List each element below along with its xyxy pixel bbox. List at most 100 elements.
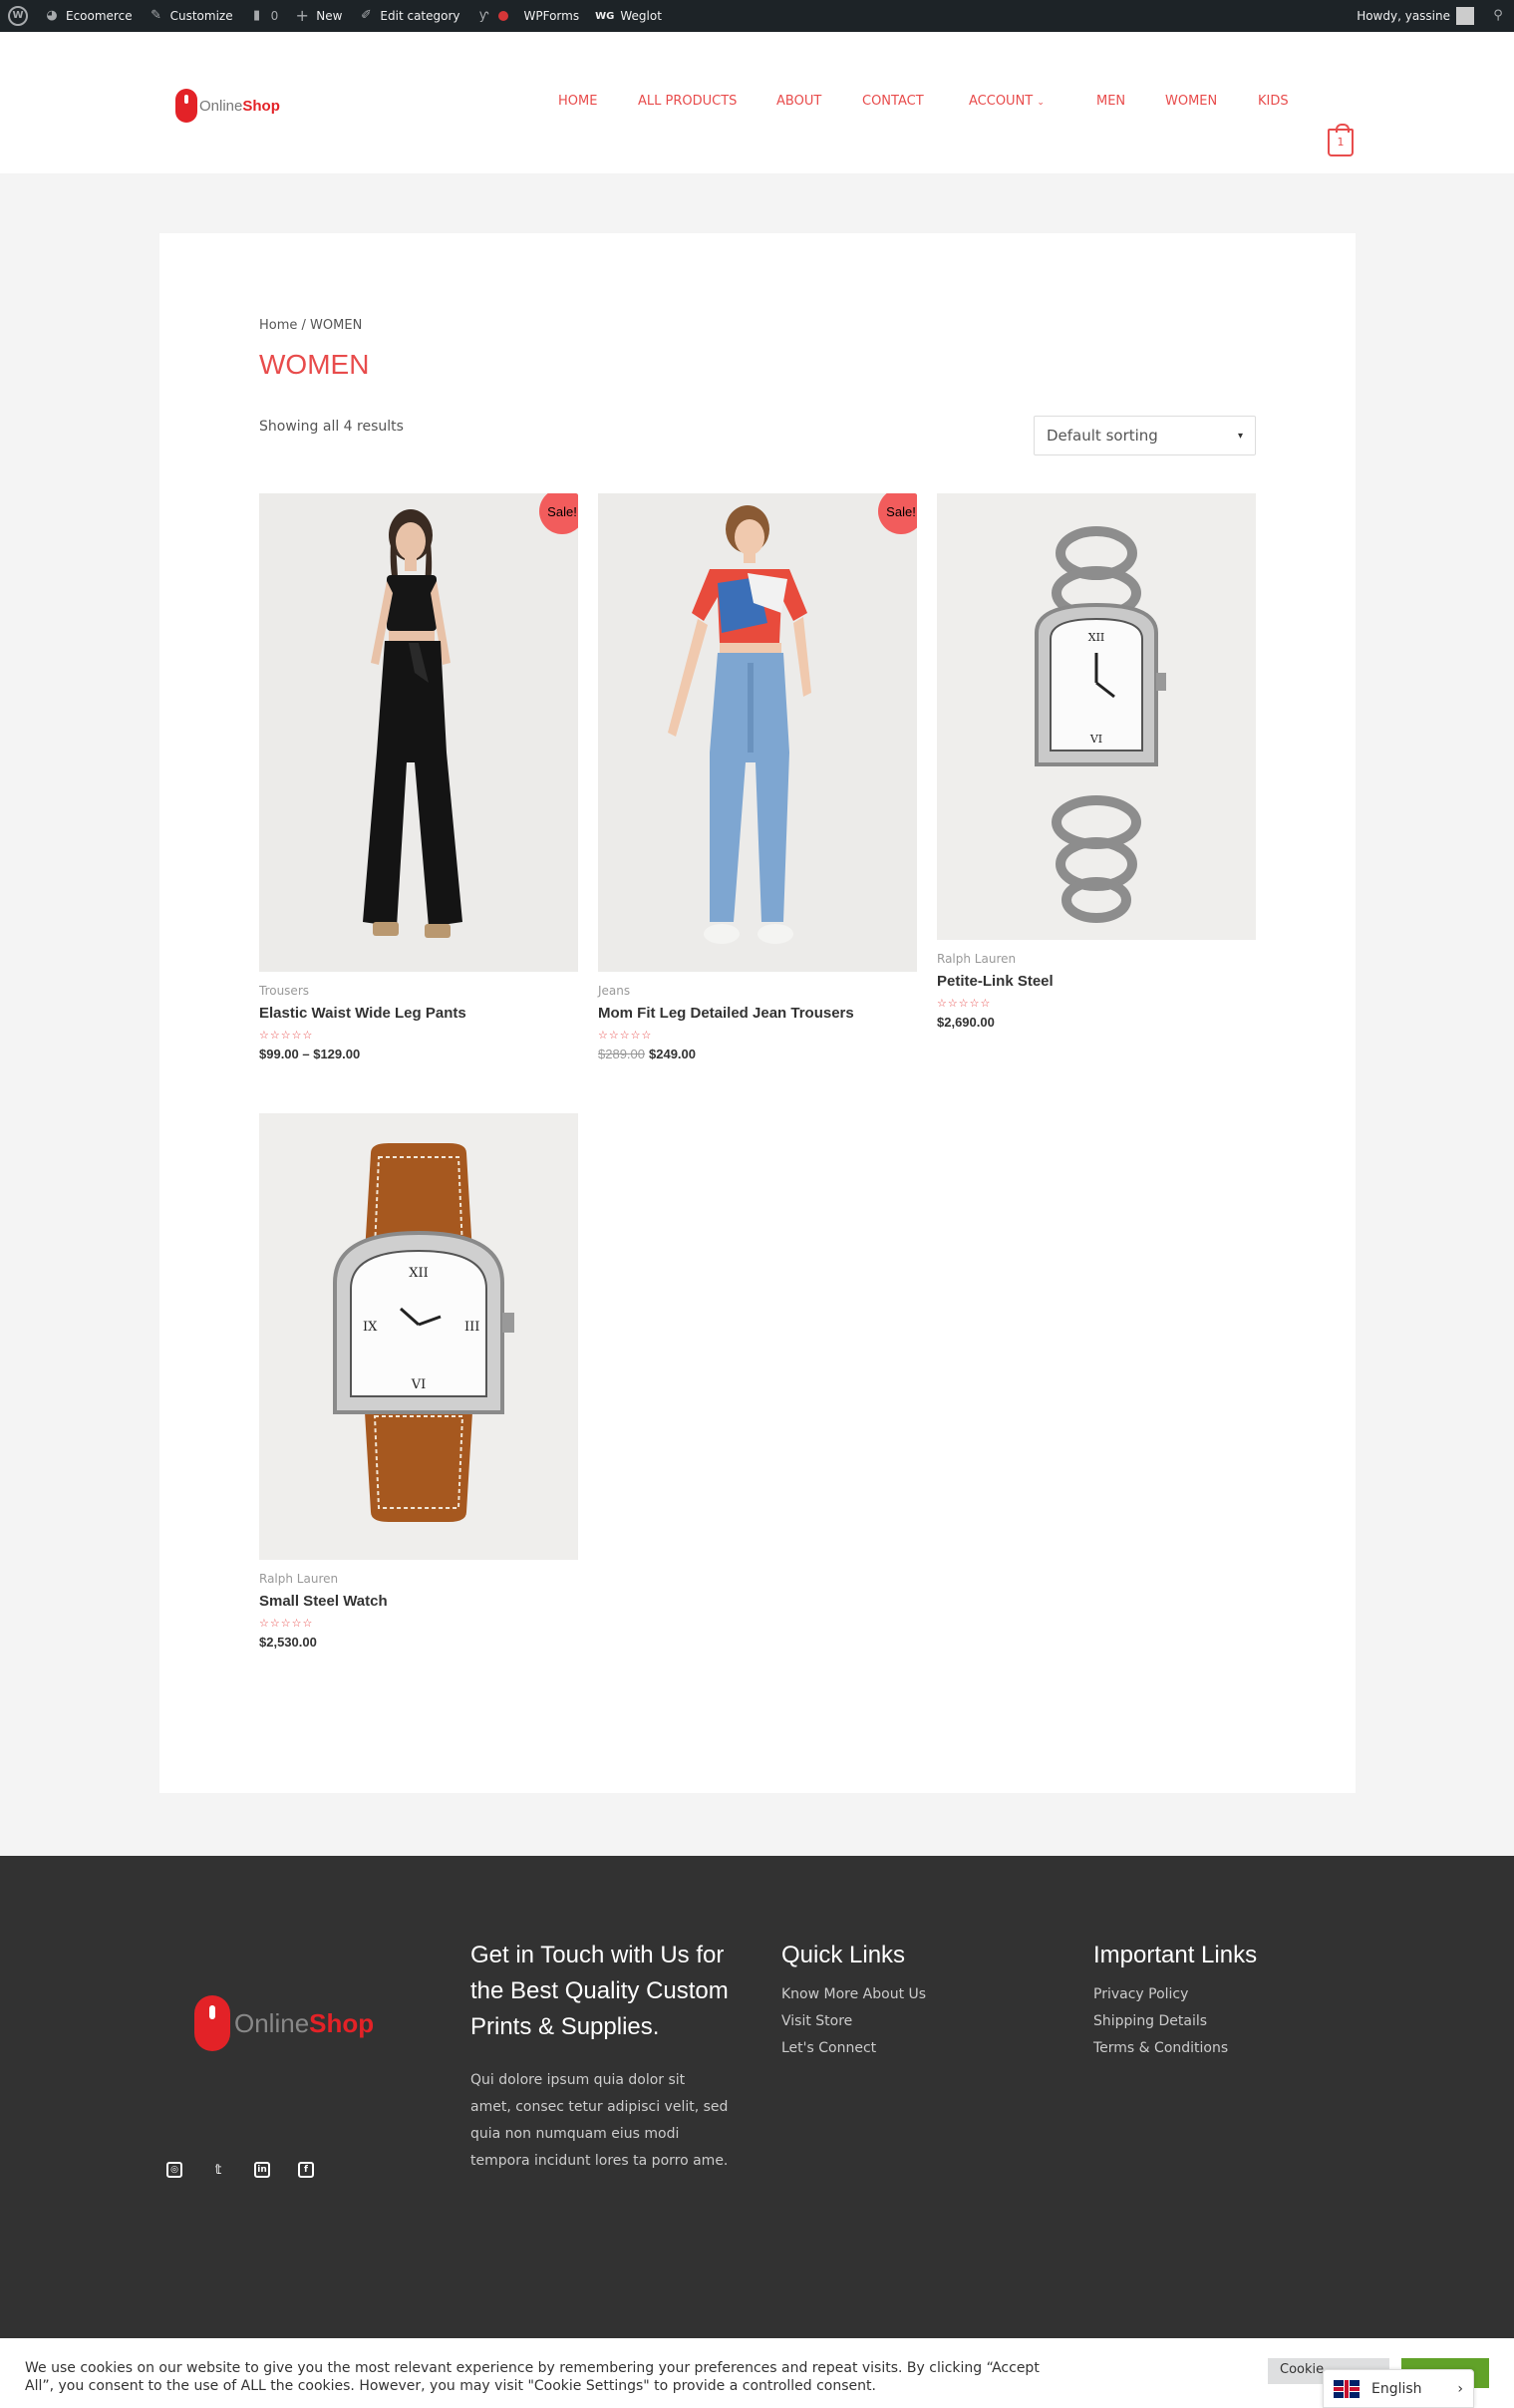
- yoast-icon: ƴ: [478, 8, 489, 23]
- product-title[interactable]: Mom Fit Leg Detailed Jean Trousers: [598, 1005, 917, 1022]
- product-image-pants[interactable]: Sale!: [259, 493, 578, 972]
- weglot-label: Weglot: [620, 9, 662, 23]
- product-image-small-steel[interactable]: XII VI IX III: [259, 1113, 578, 1560]
- nav-account[interactable]: ACCOUNT ⌄: [969, 94, 1045, 109]
- product-card: XII VI Ralph Lauren Petite-Link Steel ☆☆…: [937, 493, 1256, 1030]
- product-category[interactable]: Jeans: [598, 984, 917, 998]
- product-card: Sale! Jeans Mom Fit Leg Detailed Jean Tr…: [598, 493, 917, 1061]
- product-card: Sale! Trousers Elastic Waist Wide Leg Pa…: [259, 493, 578, 1061]
- product-price: $99.00 – $129.00: [259, 1047, 361, 1061]
- breadcrumb-separator: /: [297, 318, 311, 333]
- seo-link[interactable]: ƴ: [468, 0, 516, 32]
- product-image-jeans[interactable]: Sale!: [598, 493, 917, 972]
- edit-category-label: Edit category: [380, 9, 460, 23]
- breadcrumb: Home / WOMEN: [259, 318, 362, 333]
- footer-link-terms[interactable]: Terms & Conditions: [1093, 2035, 1353, 2062]
- product-price: $2,690.00: [937, 1015, 995, 1030]
- new-content-link[interactable]: + New: [286, 0, 350, 32]
- plus-icon: +: [295, 6, 309, 25]
- product-title[interactable]: Petite-Link Steel: [937, 973, 1256, 990]
- sorting-select[interactable]: Default sorting ▾: [1034, 416, 1256, 455]
- nav-home[interactable]: HOME: [558, 94, 597, 109]
- product-card: XII VI IX III Ralph Lauren Small Steel W…: [259, 1113, 578, 1650]
- svg-text:III: III: [464, 1320, 479, 1335]
- wordpress-icon: W: [8, 6, 28, 26]
- facebook-icon[interactable]: f: [298, 2162, 314, 2178]
- nav-about[interactable]: ABOUT: [776, 94, 821, 109]
- product-title[interactable]: Small Steel Watch: [259, 1593, 578, 1610]
- footer-link-shipping[interactable]: Shipping Details: [1093, 2008, 1353, 2035]
- woman-jeans-image: [598, 493, 917, 972]
- old-price: $289.00: [598, 1047, 645, 1061]
- breadcrumb-home[interactable]: Home: [259, 318, 297, 333]
- language-label: English: [1371, 2380, 1422, 2397]
- site-header: OnlineShop HOME ALL PRODUCTS ABOUT CONTA…: [0, 32, 1514, 173]
- cart-icon[interactable]: 1: [1328, 124, 1354, 156]
- twitter-icon[interactable]: 𝕥: [210, 2162, 226, 2178]
- page-title: WOMEN: [259, 349, 370, 380]
- customize-label: Customize: [169, 9, 233, 23]
- cookie-text: We use cookies on our website to give yo…: [25, 2360, 1040, 2394]
- nav-kids[interactable]: KIDS: [1258, 94, 1289, 109]
- site-footer: OnlineShop ◎ 𝕥 in f Get in Touch with Us…: [0, 1856, 1514, 2408]
- svg-text:XII: XII: [1088, 631, 1105, 644]
- comments-link[interactable]: ▮ 0: [241, 0, 287, 32]
- footer-link-connect[interactable]: Let's Connect: [781, 2035, 1041, 2062]
- language-switcher[interactable]: English ›: [1323, 2369, 1474, 2408]
- weglot-icon: WG: [595, 10, 615, 22]
- pencil-icon: ✐: [360, 8, 372, 23]
- wpforms-link[interactable]: WPForms: [516, 0, 588, 32]
- site-name-link[interactable]: ◕ Ecoomerce: [36, 0, 141, 32]
- product-category[interactable]: Ralph Lauren: [259, 1572, 578, 1586]
- chain-watch-image: XII VI: [937, 493, 1256, 940]
- seo-status-dot: [497, 11, 508, 21]
- admin-search[interactable]: ⚲: [1482, 0, 1514, 32]
- product-category[interactable]: Trousers: [259, 984, 578, 998]
- main-nav: HOME ALL PRODUCTS ABOUT CONTACT ACCOUNT …: [0, 32, 1514, 173]
- product-price: $289.00 $249.00: [598, 1047, 917, 1061]
- instagram-icon[interactable]: ◎: [166, 2162, 182, 2178]
- edit-category-link[interactable]: ✐ Edit category: [350, 0, 467, 32]
- nav-contact[interactable]: CONTACT: [862, 94, 924, 109]
- comment-icon: ▮: [253, 8, 261, 23]
- footer-contact-heading: Get in Touch with Us for the Best Qualit…: [470, 1942, 729, 2040]
- avatar: [1456, 7, 1474, 25]
- nav-all-products[interactable]: ALL PRODUCTS: [638, 94, 737, 109]
- mouse-logo-icon: [194, 1995, 230, 2051]
- site-name: Ecoomerce: [66, 9, 133, 23]
- cookie-banner: We use cookies on our website to give yo…: [0, 2338, 1514, 2408]
- product-category[interactable]: Ralph Lauren: [937, 952, 1256, 966]
- rating-stars: ☆☆☆☆☆: [259, 1617, 314, 1630]
- weglot-link[interactable]: WG Weglot: [587, 0, 670, 32]
- linkedin-icon[interactable]: in: [254, 2162, 270, 2178]
- footer-important-links: Important Links Privacy Policy Shipping …: [1093, 1938, 1353, 2062]
- svg-text:XII: XII: [409, 1266, 429, 1281]
- wp-menu[interactable]: W: [0, 0, 36, 32]
- wpforms-label: WPForms: [523, 9, 580, 23]
- sale-price: $249.00: [649, 1047, 696, 1061]
- product-image-petite-link[interactable]: XII VI: [937, 493, 1256, 940]
- dashboard-icon: ◕: [46, 8, 58, 23]
- footer-quick-links: Quick Links Know More About Us Visit Sto…: [781, 1938, 1041, 2062]
- footer-contact-text: Qui dolore ipsum quia dolor sit amet, co…: [470, 2072, 729, 2169]
- footer-link-privacy[interactable]: Privacy Policy: [1093, 1981, 1353, 2008]
- quick-links-heading: Quick Links: [781, 1942, 906, 1968]
- admin-bar: W ◕ Ecoomerce ✎ Customize ▮ 0 + New ✐ Ed…: [0, 0, 1514, 32]
- rating-stars: ☆☆☆☆☆: [937, 997, 992, 1010]
- nav-men[interactable]: MEN: [1096, 94, 1125, 109]
- nav-women[interactable]: WOMEN: [1165, 94, 1217, 109]
- footer-logo-shop: Shop: [309, 2007, 375, 2038]
- social-links: ◎ 𝕥 in f: [166, 2162, 314, 2178]
- breadcrumb-current: WOMEN: [310, 318, 363, 333]
- svg-text:VI: VI: [411, 1377, 427, 1392]
- svg-text:IX: IX: [363, 1320, 378, 1335]
- customize-link[interactable]: ✎ Customize: [141, 0, 241, 32]
- account-menu[interactable]: Howdy, yassine: [1349, 0, 1482, 32]
- product-title[interactable]: Elastic Waist Wide Leg Pants: [259, 1005, 578, 1022]
- footer-link-store[interactable]: Visit Store: [781, 2008, 1041, 2035]
- footer-link-about[interactable]: Know More About Us: [781, 1981, 1041, 2008]
- chevron-right-icon: ›: [1457, 2380, 1463, 2397]
- footer-logo[interactable]: OnlineShop: [194, 1995, 374, 2051]
- rating-stars: ☆☆☆☆☆: [259, 1029, 314, 1042]
- shop-content: Home / WOMEN WOMEN Showing all 4 results…: [159, 233, 1356, 1793]
